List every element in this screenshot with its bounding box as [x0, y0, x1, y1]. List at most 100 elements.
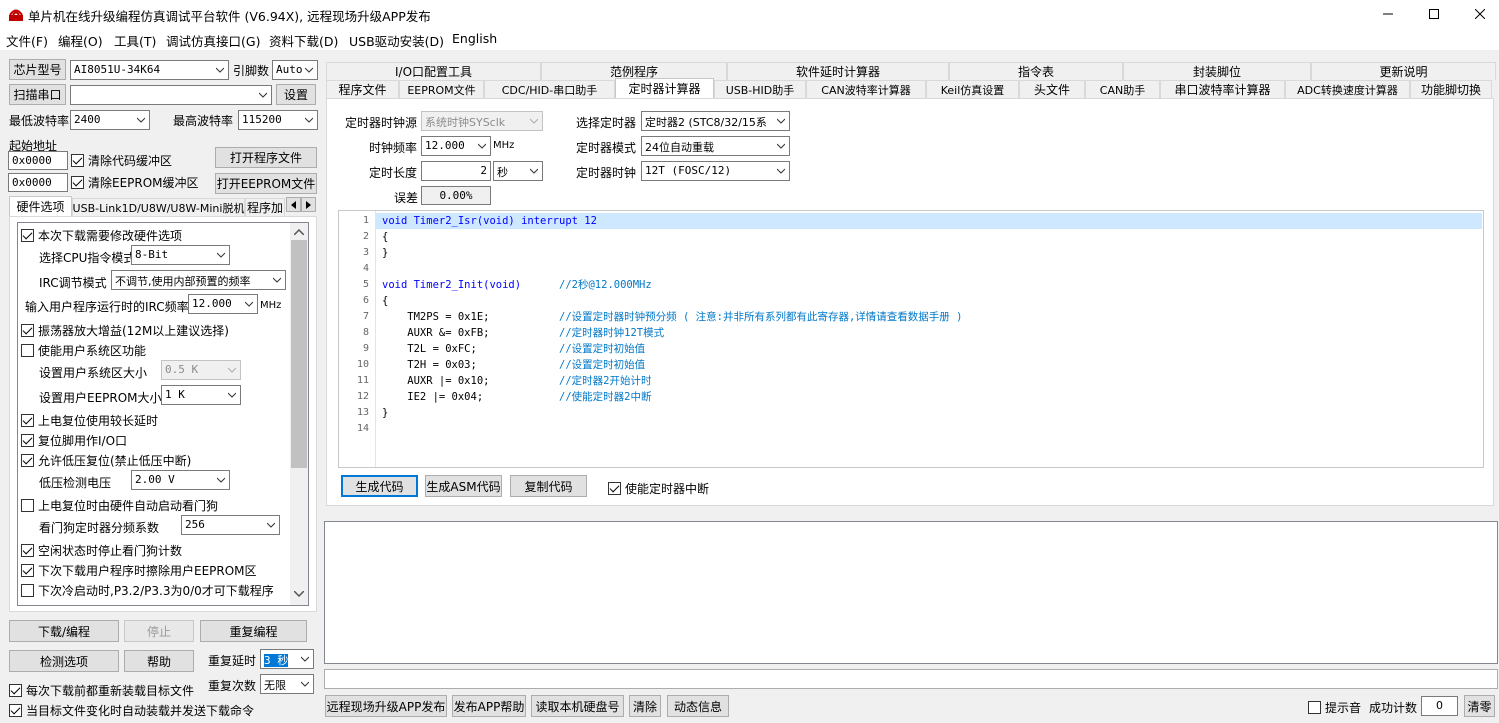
clear-log-button[interactable]: 清除 [629, 695, 661, 717]
tab-release-notes[interactable]: 更新说明 [1311, 62, 1496, 80]
irc-mode-value: 不调节,使用内部预置的频率 [115, 275, 251, 288]
cpu-mode-select[interactable]: 8-Bit [131, 245, 230, 265]
menu-bar: 文件(F) 编程(O) 工具(T) 调试仿真接口(G) 资料下载(D) USB驱… [0, 28, 1499, 50]
irc-mode-select[interactable]: 不调节,使用内部预置的频率 [111, 270, 286, 290]
maximize-button[interactable] [1411, 0, 1457, 28]
long-delay-checkbox[interactable]: 上电复位使用较长延时 [21, 412, 158, 429]
port-select[interactable] [70, 85, 272, 105]
tab-scroll-left-button[interactable] [286, 197, 301, 212]
menu-program[interactable]: 编程(O) [58, 31, 103, 50]
generate-asm-button[interactable]: 生成ASM代码 [425, 475, 502, 497]
tab-instruction-table[interactable]: 指令表 [949, 62, 1123, 80]
tab-pin-switch[interactable]: 功能脚切换 [1410, 80, 1492, 98]
tab-uart-baud[interactable]: 串口波特率计算器 [1160, 80, 1285, 98]
tab-can-helper[interactable]: CAN助手 [1085, 80, 1160, 98]
code-address-input[interactable]: 0x0000 [8, 151, 68, 170]
tab-adc-speed[interactable]: ADC转换速度计算器 [1285, 80, 1410, 98]
stop-button[interactable]: 停止 [124, 620, 194, 642]
modify-hw-checkbox[interactable]: 本次下载需要修改硬件选项 [21, 227, 182, 244]
auto-send-checkbox[interactable]: 当目标文件变化时自动装载并发送下载命令 [9, 702, 254, 719]
tab-timer-calc[interactable]: 定时器计算器 [615, 78, 714, 98]
tab-can-baud[interactable]: CAN波特率计算器 [806, 80, 926, 98]
max-baud-select[interactable]: 115200 [238, 110, 318, 130]
repeat-count-select[interactable]: 无限 [260, 674, 314, 694]
tab-scroll-right-button[interactable] [301, 197, 316, 212]
scan-port-button[interactable]: 扫描串口 [9, 84, 66, 105]
help-button[interactable]: 帮助 [124, 650, 194, 672]
menu-usb-driver[interactable]: USB驱动安装(D) [349, 31, 444, 50]
scroll-up-icon[interactable] [294, 229, 304, 235]
chip-type-button[interactable]: 芯片型号 [9, 59, 66, 80]
wdt-div-value: 256 [185, 518, 205, 531]
menu-debug[interactable]: 调试仿真接口(G) [166, 31, 260, 50]
tab-keil-settings[interactable]: Keil仿真设置 [926, 80, 1019, 98]
repeat-delay-select[interactable]: 3 秒 [260, 649, 314, 669]
menu-downloads[interactable]: 资料下载(D) [269, 31, 338, 50]
reset-io-checkbox[interactable]: 复位脚用作I/O口 [21, 432, 127, 449]
open-program-file-button[interactable]: 打开程序文件 [215, 147, 317, 168]
sound-checkbox[interactable]: 提示音 [1308, 699, 1361, 716]
scrollbar-thumb[interactable] [291, 240, 307, 468]
tab-cdc-hid[interactable]: CDC/HID-串口助手 [484, 80, 615, 98]
tab-usb-hid[interactable]: USB-HID助手 [714, 80, 806, 98]
menu-english[interactable]: English [452, 31, 497, 46]
min-baud-select[interactable]: 2400 [70, 110, 150, 130]
tab-package-pins[interactable]: 封装脚位 [1123, 62, 1311, 80]
wdt-auto-checkbox[interactable]: 上电复位时由硬件自动启动看门狗 [21, 497, 218, 514]
user-sys-size-select[interactable]: 0.5 K [161, 360, 241, 380]
enable-interrupt-checkbox[interactable]: 使能定时器中断 [608, 480, 709, 497]
reset-count-button[interactable]: 清零 [1464, 695, 1495, 717]
cold-boot-checkbox[interactable]: 下次冷启动时,P3.2/P3.3为0/0才可下载程序 [21, 582, 274, 599]
copy-code-button[interactable]: 复制代码 [510, 475, 587, 497]
tab-program-encrypt[interactable]: 程序加 [245, 198, 285, 216]
chip-type-select[interactable]: AI8051U-34K64 [70, 60, 229, 80]
user-sys-checkbox[interactable]: 使能用户系统区功能 [21, 342, 146, 359]
eeprom-address-input[interactable]: 0x0000 [8, 173, 68, 192]
minimize-button[interactable] [1365, 0, 1411, 28]
timer-unit-select[interactable]: 秒 [493, 161, 543, 181]
clock-freq-select[interactable]: 12.000 [421, 136, 491, 156]
detect-options-button[interactable]: 检测选项 [9, 650, 119, 672]
irc-freq-select[interactable]: 12.000 [188, 294, 258, 314]
wdt-div-select[interactable]: 256 [181, 515, 280, 535]
timer-length-input[interactable]: 2 [421, 161, 491, 181]
pins-select[interactable]: Auto [272, 60, 318, 80]
output-log[interactable] [324, 521, 1498, 664]
timer-mode-select[interactable]: 24位自动重载 [641, 136, 790, 156]
code-comment: //2秒@12.000MHz [559, 279, 652, 291]
lvd-reset-checkbox[interactable]: 允许低压复位(禁止低压中断) [21, 452, 191, 469]
idle-wdt-checkbox[interactable]: 空闲状态时停止看门狗计数 [21, 542, 182, 559]
select-timer-select[interactable]: 定时器2 (STC8/32/15系 [641, 111, 790, 131]
osc-gain-label: 振荡器放大增益(12M以上建议选择) [38, 324, 229, 338]
erase-eeprom-checkbox[interactable]: 下次下载用户程序时擦除用户EEPROM区 [21, 562, 257, 579]
publish-help-button[interactable]: 发布APP帮助 [452, 695, 526, 717]
timer-clock-select[interactable]: 12T (FOSC/12) [641, 161, 790, 181]
reprogram-button[interactable]: 重复编程 [200, 620, 307, 642]
port-settings-button[interactable]: 设置 [276, 84, 316, 105]
menu-tools[interactable]: 工具(T) [114, 31, 156, 50]
generate-code-button[interactable]: 生成代码 [341, 475, 418, 497]
scroll-down-icon[interactable] [294, 591, 304, 597]
osc-gain-checkbox[interactable]: 振荡器放大增益(12M以上建议选择) [21, 322, 229, 339]
code-editor[interactable]: 1 2 3 4 5 6 7 8 9 10 11 12 13 14 void Timer2_Isr(void… [338, 210, 1484, 468]
close-button[interactable] [1457, 0, 1499, 28]
dynamic-info-button[interactable]: 动态信息 [667, 695, 729, 717]
tab-delay-calc[interactable]: 软件延时计算器 [727, 62, 949, 80]
clear-code-checkbox[interactable]: 清除代码缓冲区 [71, 152, 172, 169]
tab-io-config[interactable]: I/O口配置工具 [326, 62, 541, 80]
tab-eeprom-file[interactable]: EEPROM文件 [399, 80, 484, 98]
menu-file[interactable]: 文件(F) [6, 31, 48, 50]
clock-source-select[interactable]: 系统时钟SYSclk [421, 111, 543, 131]
open-eeprom-file-button[interactable]: 打开EEPROM文件 [215, 173, 317, 194]
tab-hardware-options[interactable]: 硬件选项 [9, 196, 72, 216]
lvd-voltage-select[interactable]: 2.00 V [131, 470, 230, 490]
download-button[interactable]: 下载/编程 [9, 620, 119, 642]
reload-checkbox[interactable]: 每次下载前都重新装载目标文件 [9, 682, 194, 699]
tab-program-file[interactable]: 程序文件 [326, 80, 399, 98]
clear-eeprom-checkbox[interactable]: 清除EEPROM缓冲区 [71, 174, 199, 191]
read-disk-button[interactable]: 读取本机硬盘号 [531, 695, 624, 717]
publish-app-button[interactable]: 远程现场升级APP发布 [325, 695, 447, 717]
user-eeprom-select[interactable]: 1 K [161, 385, 241, 405]
tab-usb-link[interactable]: USB-Link1D/U8W/U8W-Mini脱机 [72, 198, 245, 216]
tab-header-file[interactable]: 头文件 [1019, 80, 1085, 98]
